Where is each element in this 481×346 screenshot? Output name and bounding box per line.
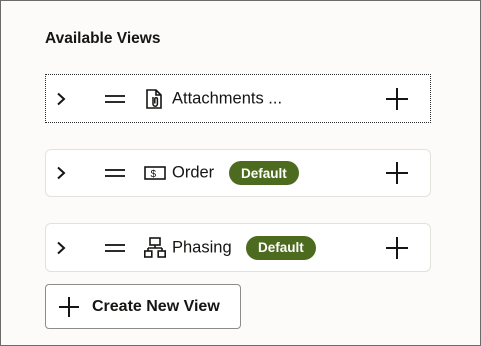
dollar-receipt-icon: $: [144, 162, 166, 184]
add-icon[interactable]: [385, 87, 409, 111]
chevron-right-icon[interactable]: [54, 166, 68, 180]
create-button-label: Create New View: [92, 297, 220, 315]
plus-icon: [58, 296, 80, 318]
drag-handle-icon[interactable]: [105, 94, 125, 104]
add-icon[interactable]: [385, 161, 409, 185]
drag-handle-icon[interactable]: [105, 243, 125, 253]
svg-text:$: $: [151, 169, 157, 180]
default-badge: Default: [246, 235, 316, 260]
default-badge: Default: [229, 161, 299, 185]
attachment-document-icon: [144, 88, 164, 110]
chevron-right-icon[interactable]: [54, 241, 68, 255]
chevron-right-icon[interactable]: [54, 92, 68, 106]
create-new-view-button[interactable]: Create New View: [45, 284, 241, 329]
drag-handle-icon[interactable]: [105, 168, 125, 178]
available-views-panel: Available Views Attachments ... $ Order …: [0, 0, 481, 346]
hierarchy-icon: [144, 236, 166, 259]
view-card-attachments[interactable]: Attachments ...: [45, 74, 431, 123]
view-label: Order: [172, 163, 215, 182]
view-label: Phasing: [172, 238, 232, 256]
view-card-order[interactable]: $ Order Default: [45, 149, 431, 197]
view-label: Attachments ...: [172, 89, 283, 107]
add-icon[interactable]: [385, 236, 409, 260]
view-card-phasing[interactable]: Phasing Default: [45, 223, 431, 272]
panel-title: Available Views: [45, 30, 161, 47]
